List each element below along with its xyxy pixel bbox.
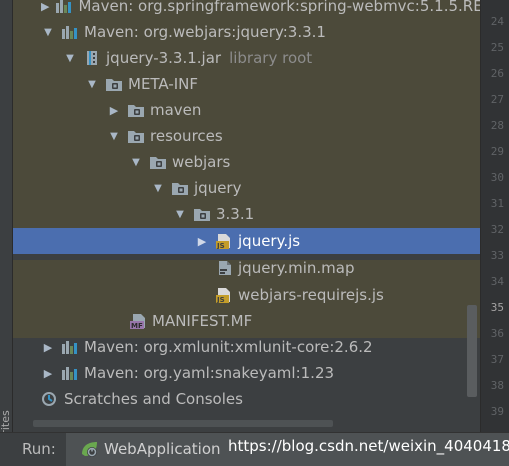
tree-row-jquery-jar[interactable]: ▼ jquery-3.3.1.jar library root bbox=[13, 45, 480, 71]
library-icon bbox=[61, 339, 79, 355]
tree-row-label: jquery.js bbox=[238, 232, 301, 250]
line-number-active: 35 bbox=[490, 301, 504, 314]
editor-gutter: 24 25 26 27 28 29 30 31 32 33 34 35 36 3… bbox=[480, 0, 509, 432]
tree-row-label: resources bbox=[150, 127, 223, 145]
collapse-arrow-icon[interactable]: ▼ bbox=[129, 155, 143, 169]
tree-row-label: webjars bbox=[172, 153, 231, 171]
library-root-hint: library root bbox=[229, 49, 313, 67]
expand-arrow-icon[interactable]: ▶ bbox=[41, 366, 55, 380]
line-number: 33 bbox=[490, 249, 504, 262]
js-badge: JS bbox=[216, 296, 225, 303]
expand-arrow-icon[interactable]: ▶ bbox=[107, 103, 121, 117]
left-tool-strip bbox=[0, 0, 13, 432]
line-number: 28 bbox=[490, 119, 504, 132]
tree-row-webjars-requirejs[interactable]: JS webjars-requirejs.js bbox=[13, 282, 480, 308]
line-number: 27 bbox=[490, 93, 504, 106]
line-number: 34 bbox=[490, 275, 504, 288]
tree-row-meta-inf[interactable]: ▼ META-INF bbox=[13, 71, 480, 97]
tree-row-label: jquery.min.map bbox=[238, 259, 355, 277]
line-number: 39 bbox=[490, 405, 504, 418]
map-file-icon bbox=[215, 260, 233, 276]
tree-row-webjars[interactable]: ▼ webjars bbox=[13, 149, 480, 175]
expand-arrow-icon[interactable]: ▶ bbox=[195, 234, 209, 248]
scratches-icon bbox=[41, 391, 59, 407]
manifest-file-icon: MF bbox=[129, 313, 147, 329]
watermark-text: https://blog.csdn.net/weixin_40404189 bbox=[228, 437, 509, 455]
package-folder-icon bbox=[127, 128, 145, 144]
tree-row-jquery-folder[interactable]: ▼ jquery bbox=[13, 175, 480, 201]
tree-row-version-folder[interactable]: ▼ 3.3.1 bbox=[13, 201, 480, 227]
tree-row-label: Scratches and Consoles bbox=[64, 390, 243, 408]
package-folder-icon bbox=[105, 76, 123, 92]
tree-row-label: Maven: org.yaml:snakeyaml:1.23 bbox=[84, 364, 335, 382]
line-number: 36 bbox=[490, 327, 504, 340]
collapse-arrow-icon[interactable]: ▼ bbox=[41, 25, 55, 39]
jar-icon bbox=[83, 50, 101, 66]
line-number: 32 bbox=[490, 223, 504, 236]
js-file-icon: JS bbox=[215, 233, 233, 249]
horizontal-scrollbar[interactable] bbox=[33, 420, 333, 427]
tree-row-label: MANIFEST.MF bbox=[152, 312, 253, 330]
tree-row-label: jquery-3.3.1.jar bbox=[106, 49, 222, 67]
tree-row-spring-webmvc[interactable]: ▶ Maven: org.springframework:spring-webm… bbox=[13, 0, 480, 19]
js-badge: JS bbox=[216, 242, 225, 249]
tree-row-xmlunit[interactable]: ▶ Maven: org.xmlunit:xmlunit-core:2.6.2 bbox=[13, 334, 480, 360]
tree-row-manifest[interactable]: MF MANIFEST.MF bbox=[13, 308, 480, 334]
tree-row-label: META-INF bbox=[128, 75, 199, 93]
line-number: 24 bbox=[490, 15, 504, 28]
tree-row-label: jquery bbox=[194, 179, 242, 197]
expand-arrow-icon[interactable]: ▶ bbox=[41, 0, 49, 13]
package-folder-icon bbox=[127, 102, 145, 118]
project-tree: ▶ Maven: org.springframework:spring-webm… bbox=[13, 0, 480, 432]
tree-row-label: Maven: org.springframework:spring-webmvc… bbox=[78, 0, 480, 15]
package-folder-icon bbox=[171, 180, 189, 196]
library-icon bbox=[55, 0, 73, 14]
line-number: 30 bbox=[490, 171, 504, 184]
collapse-arrow-icon[interactable]: ▼ bbox=[85, 77, 99, 91]
tree-row-scratches[interactable]: Scratches and Consoles bbox=[13, 386, 480, 412]
collapse-arrow-icon[interactable]: ▼ bbox=[173, 207, 187, 221]
tree-row-snakeyaml[interactable]: ▶ Maven: org.yaml:snakeyaml:1.23 bbox=[13, 360, 480, 386]
collapse-arrow-icon[interactable]: ▼ bbox=[107, 129, 121, 143]
js-file-icon: JS bbox=[215, 287, 233, 303]
collapse-arrow-icon[interactable]: ▼ bbox=[151, 181, 165, 195]
collapse-arrow-icon[interactable]: ▼ bbox=[63, 51, 77, 65]
library-icon bbox=[61, 365, 79, 381]
expand-arrow-icon[interactable]: ▶ bbox=[41, 340, 55, 354]
mf-badge: MF bbox=[131, 322, 143, 329]
run-label: Run: bbox=[22, 440, 56, 458]
library-icon bbox=[61, 24, 79, 40]
tree-row-label: webjars-requirejs.js bbox=[238, 286, 384, 304]
line-number: 37 bbox=[490, 353, 504, 366]
vertical-scrollbar[interactable] bbox=[467, 305, 477, 397]
tree-row-jquery-library[interactable]: ▼ Maven: org.webjars:jquery:3.3.1 bbox=[13, 19, 480, 45]
line-number: 38 bbox=[490, 379, 504, 392]
tree-row-resources[interactable]: ▼ resources bbox=[13, 123, 480, 149]
tree-row-jquery-js[interactable]: ▶ JS jquery.js bbox=[13, 228, 480, 254]
line-number: 29 bbox=[490, 145, 504, 158]
tree-row-maven[interactable]: ▶ maven bbox=[13, 97, 480, 123]
package-folder-icon bbox=[149, 154, 167, 170]
line-number: 25 bbox=[490, 41, 504, 54]
line-number: 26 bbox=[490, 67, 504, 80]
tree-row-label: Maven: org.xmlunit:xmlunit-core:2.6.2 bbox=[84, 338, 373, 356]
tree-row-label: maven bbox=[150, 101, 202, 119]
run-tab-label: WebApplication bbox=[104, 440, 221, 458]
tree-row-jquery-min-map[interactable]: jquery.min.map bbox=[13, 255, 480, 281]
tree-row-label: 3.3.1 bbox=[216, 205, 255, 223]
line-number: 31 bbox=[490, 197, 504, 210]
package-folder-icon bbox=[193, 206, 211, 222]
spring-boot-icon bbox=[80, 440, 100, 462]
tree-row-label: Maven: org.webjars:jquery:3.3.1 bbox=[84, 23, 326, 41]
